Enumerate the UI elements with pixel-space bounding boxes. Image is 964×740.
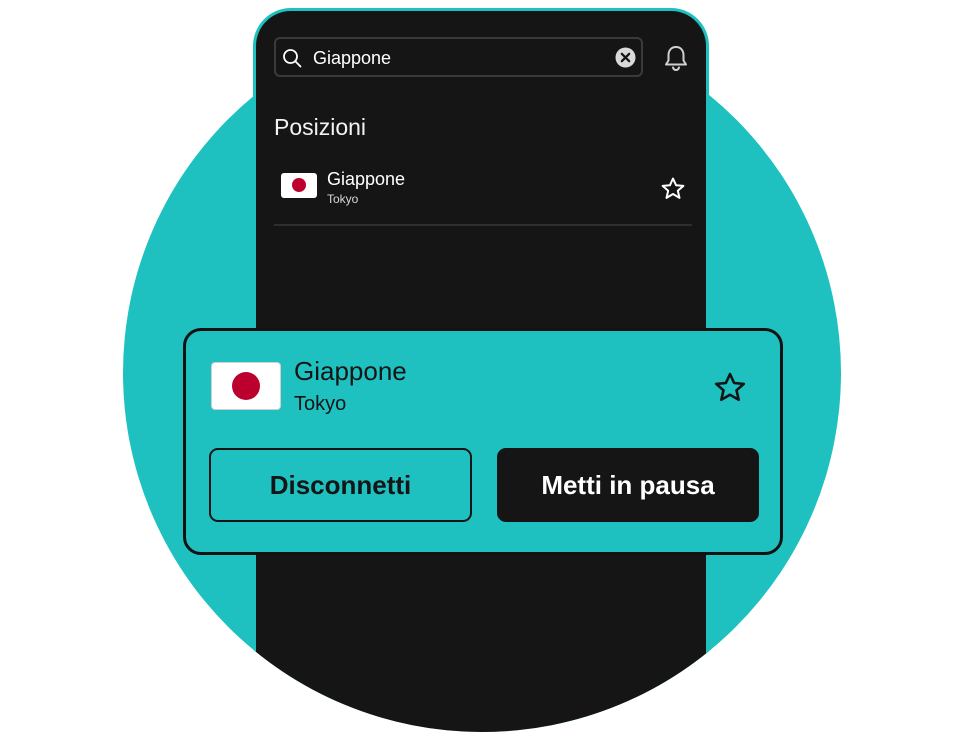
flag-circle (232, 372, 260, 400)
clear-icon[interactable] (615, 47, 636, 68)
location-city: Tokyo (327, 192, 359, 206)
japan-flag-icon (211, 362, 281, 410)
flag-circle (292, 178, 306, 192)
search-input[interactable]: Giappone (274, 37, 643, 77)
stage: Giappone Posizioni Giappone Tokyo Giappo… (0, 0, 964, 740)
bell-icon[interactable] (663, 44, 689, 72)
disconnect-button[interactable]: Disconnetti (209, 448, 472, 522)
location-name: Giappone (327, 169, 406, 189)
location-list-item[interactable]: Giappone Tokyo (274, 160, 692, 226)
connected-city: Tokyo (294, 393, 347, 415)
search-value: Giappone (313, 48, 392, 68)
pause-button[interactable]: Metti in pausa (497, 448, 759, 522)
connection-card: Giappone Tokyo Disconnetti Metti in paus… (183, 328, 783, 555)
connected-country: Giappone (294, 356, 407, 386)
search-icon (283, 49, 302, 68)
japan-flag-icon (281, 173, 317, 198)
star-icon[interactable] (660, 176, 686, 202)
star-icon[interactable] (713, 371, 747, 405)
section-title-locations: Posizioni (274, 114, 367, 140)
